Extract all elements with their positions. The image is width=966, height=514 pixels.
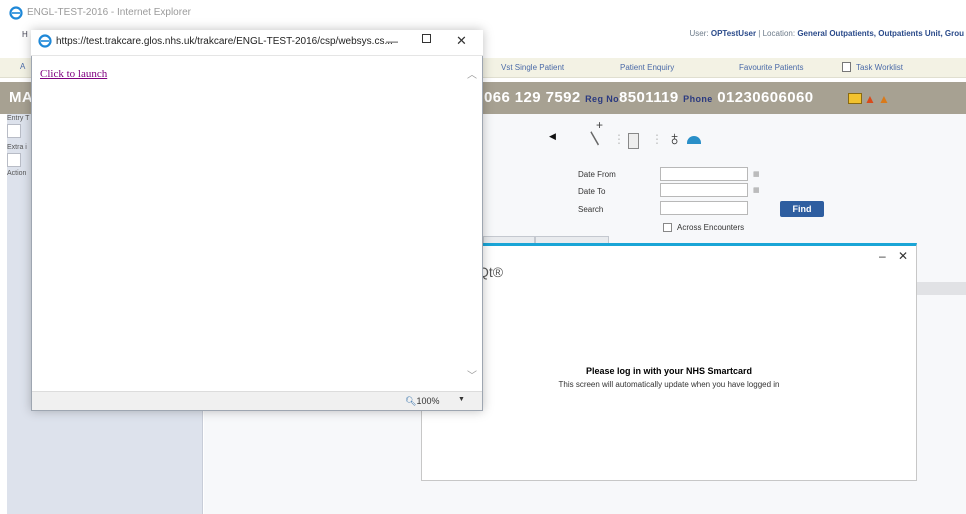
smartcard-heading: Please log in with your NHS Smartcard xyxy=(585,366,753,376)
popup-url: https://test.trakcare.glos.nhs.uk/trakca… xyxy=(56,36,393,47)
action-label: Action xyxy=(7,170,27,177)
zoom-value: 100% xyxy=(416,396,440,406)
zoom-level[interactable]: 🔍︎100% xyxy=(405,396,439,407)
location-value: General Outpatients, Outpatients Unit, G… xyxy=(797,29,964,38)
collapse-arrow-icon[interactable]: ◀ xyxy=(549,131,556,142)
smartcard-minimize-button[interactable]: – xyxy=(879,249,886,263)
separator-icon-2: ⋮ xyxy=(651,132,663,146)
click-to-launch-link[interactable]: Click to launch xyxy=(40,68,107,80)
across-encounters-checkbox[interactable] xyxy=(663,223,672,232)
plus-icon[interactable]: + xyxy=(596,118,603,132)
popup-ie-logo-icon xyxy=(38,34,52,48)
person-warning-icon[interactable]: ▲ xyxy=(878,92,890,106)
clipboard-icon[interactable] xyxy=(628,133,639,149)
ie-window-title: ENGL-TEST-2016 - Internet Explorer xyxy=(27,7,191,18)
user-info: User: OPTestUser | Location: General Out… xyxy=(689,29,964,38)
reg-value: 8501119 xyxy=(619,89,679,106)
date-from-input[interactable] xyxy=(660,167,748,181)
separator-icon: ⋮ xyxy=(613,132,625,146)
date-to-input[interactable] xyxy=(660,183,748,197)
patient-name-fragment: MA xyxy=(9,89,34,106)
popup-minimize-button[interactable]: — xyxy=(386,34,398,48)
date-from-label: Date From xyxy=(578,170,616,179)
across-encounters-label: Across Encounters xyxy=(677,223,745,232)
popup-close-button[interactable]: ✕ xyxy=(456,33,467,49)
phone-value: 01230606060 xyxy=(717,89,814,106)
ie-logo-icon xyxy=(9,6,23,20)
person-alert-icon[interactable]: ▲ xyxy=(864,92,876,106)
entry-type-label: Entry T xyxy=(7,115,30,122)
search-label: Search xyxy=(578,205,604,214)
nhs-number: 066 129 7592 xyxy=(484,89,581,106)
grid-header-strip xyxy=(917,282,966,295)
location-label: Location xyxy=(762,29,793,38)
search-input[interactable] xyxy=(660,201,748,215)
entry-type-input[interactable] xyxy=(7,124,21,138)
zoom-icon: 🔍︎ xyxy=(405,396,417,406)
date-to-label: Date To xyxy=(578,187,606,196)
extra-info-input[interactable] xyxy=(7,153,21,167)
user-value: OPTestUser xyxy=(710,29,757,38)
task-worklist-icon xyxy=(842,62,851,72)
alert-icon[interactable] xyxy=(848,93,862,104)
menu-item-fragment[interactable]: A xyxy=(20,62,25,71)
menu-item-task-worklist[interactable]: Task Worklist xyxy=(856,63,903,72)
microscope-icon[interactable]: ♁ xyxy=(667,128,682,151)
zoom-dropdown-icon[interactable]: ▼ xyxy=(458,396,465,403)
scroll-up-icon[interactable]: ︿ xyxy=(467,66,477,81)
popup-window xyxy=(31,30,483,411)
calendar-icon-2[interactable]: ▦ xyxy=(753,186,760,194)
patient-banner-details: 066 129 7592 Reg No8501119 Phone 0123060… xyxy=(484,89,813,106)
reg-label: Reg No xyxy=(585,94,620,104)
menu-item-favourite-patients[interactable]: Favourite Patients xyxy=(739,63,803,72)
smartcard-close-button[interactable]: ✕ xyxy=(898,249,908,263)
smartcard-subtext: This screen will automatically update wh… xyxy=(558,380,780,389)
find-button[interactable]: Find xyxy=(780,201,824,217)
dome-icon[interactable] xyxy=(687,136,701,144)
user-label: User xyxy=(689,29,707,38)
phone-label: Phone xyxy=(683,94,713,104)
scroll-down-icon[interactable]: ﹀ xyxy=(467,367,477,382)
menu-item-patient-enquiry[interactable]: Patient Enquiry xyxy=(620,63,674,72)
home-fragment[interactable]: H xyxy=(22,30,28,39)
popup-maximize-button[interactable] xyxy=(422,34,431,43)
extra-info-label: Extra i xyxy=(7,144,27,151)
menu-item-visit-single-patient[interactable]: Vst Single Patient xyxy=(501,63,564,72)
calendar-icon[interactable]: ▦ xyxy=(753,170,760,178)
